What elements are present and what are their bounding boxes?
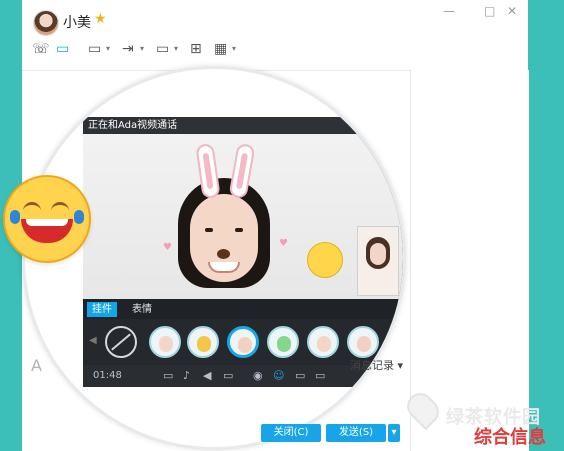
chevron-down-icon: ▾ [140,44,145,53]
tear-icon [10,210,20,224]
screen-button[interactable]: ▭ [163,369,173,382]
remote-desktop-dropdown[interactable]: ▾ [174,44,178,53]
sticker-face [197,336,211,352]
right-side-panel [410,70,529,451]
chevron-down-icon: ▾ [391,427,397,438]
phone-call-button[interactable]: ☏ [32,41,50,57]
sticker-face [357,336,371,352]
share-screen-icon: ▭ [88,41,102,57]
sticker-item-selected[interactable] [227,326,259,358]
emoji-eye-right [51,202,69,214]
share-screen-button[interactable]: ▭ [88,41,101,57]
emoji-eye-left [23,202,41,214]
video-call-icon: ▭ [56,41,70,57]
sticker-none[interactable] [105,326,137,358]
sticker-tabs: 挂件 表情 [83,299,403,319]
maximize-button[interactable]: □ [484,4,495,18]
minimize-icon: — [443,4,455,18]
apps-grid-button[interactable]: ▦ [214,41,227,57]
apps-grid-icon: ▦ [214,41,228,57]
sticker-item[interactable] [187,326,219,358]
chevron-left-icon: ◀ [89,335,97,346]
speaker-icon: ◀ [203,369,212,382]
watermark-subtitle: 综合信息 [474,427,546,448]
sticker-face [159,336,173,352]
record-button[interactable]: ▭ [315,369,325,382]
maximize-icon: □ [484,4,496,18]
bunny-ear-inner [202,152,214,190]
sticker-item[interactable] [307,326,339,358]
snapshot-icon: ◉ [253,369,263,382]
sticker-item[interactable] [347,326,379,358]
sticker-face [317,336,331,352]
laughing-emoji-icon [3,175,91,263]
screen-icon: ▭ [163,369,174,382]
close-button[interactable]: 关闭(C) [261,424,321,442]
camera-toggle-button[interactable]: ▭ [223,369,233,382]
magnifier-lens: 正在和Ada视频通话 ♥ ♥ 挂件 表情 ◀ 01:48 ▭ ♪ ◀ ▭ ◉ ☺… [22,66,406,450]
video-call-panel: 正在和Ada视频通话 ♥ ♥ 挂件 表情 ◀ 01:48 ▭ ♪ ◀ ▭ ◉ ☺… [83,117,403,387]
chevron-down-icon: ▾ [106,44,111,53]
send-options-dropdown[interactable]: ▾ [388,424,400,442]
microphone-icon: ♪ [183,369,191,382]
close-window-button[interactable]: ✕ [507,4,517,18]
sticker-face [277,336,291,352]
apps-grid-dropdown[interactable]: ▾ [232,44,236,53]
heart-icon: ♥ [279,238,288,249]
share-screen-dropdown[interactable]: ▾ [106,44,110,53]
add-plus-icon: ⊞ [190,41,202,57]
heart-icon: ♥ [163,242,172,253]
bunny-nose-sticker [217,249,230,259]
tear-icon [74,210,84,224]
whiteboard-icon: ▭ [295,369,306,382]
transfer-file-button[interactable]: ⇥ [122,41,134,57]
praying-hands-emoji-icon [307,242,343,278]
left-eye [205,228,213,232]
call-timer: 01:48 [93,370,122,381]
speaker-button[interactable]: ◀ [203,369,211,382]
snapshot-button[interactable]: ◉ [253,369,263,382]
chevron-down-icon: ▾ [232,44,237,53]
microphone-button[interactable]: ♪ [183,369,190,382]
sticker-prev-button[interactable]: ◀ [89,335,97,346]
remote-desktop-icon: ▭ [156,41,170,57]
effects-button[interactable]: ☺ [273,369,284,382]
sticker-item[interactable] [149,326,181,358]
avatar[interactable] [33,10,59,36]
self-view-face [370,243,386,265]
effects-icon: ☺ [273,369,285,382]
add-app-button[interactable]: ⊞ [190,41,202,57]
camera-icon: ▭ [223,369,234,382]
transfer-file-icon: ⇥ [122,41,134,57]
whiteboard-button[interactable]: ▭ [295,369,305,382]
sticker-item[interactable] [267,326,299,358]
close-icon: ✕ [507,4,518,18]
self-view-thumbnail[interactable] [357,226,399,296]
tab-expression[interactable]: 表情 [127,302,157,317]
minimize-button[interactable]: — [443,4,455,18]
font-style-icon[interactable]: A [31,356,42,375]
tab-pendant[interactable]: 挂件 [87,302,117,317]
video-call-title: 正在和Ada视频通话 [83,117,403,134]
record-icon: ▭ [315,369,326,382]
send-button[interactable]: 发送(S) [326,424,386,442]
message-history-link[interactable]: 消息记录 ▾ [350,357,403,373]
star-icon: ★ [94,11,107,27]
transfer-file-dropdown[interactable]: ▾ [140,44,144,53]
chevron-down-icon: ▾ [174,44,179,53]
video-stream: ♥ ♥ [83,134,403,299]
emoji-teeth [26,219,68,226]
phone-icon: ☏ [32,41,50,57]
chevron-down-icon: ▾ [397,359,404,372]
message-history-label: 消息记录 [350,359,394,372]
bunny-ear-inner [235,152,249,190]
right-eye [235,228,243,232]
sticker-face [238,337,252,353]
remote-desktop-button[interactable]: ▭ [156,41,169,57]
contact-name[interactable]: 小美 [63,12,91,32]
video-call-button[interactable]: ▭ [56,41,69,57]
